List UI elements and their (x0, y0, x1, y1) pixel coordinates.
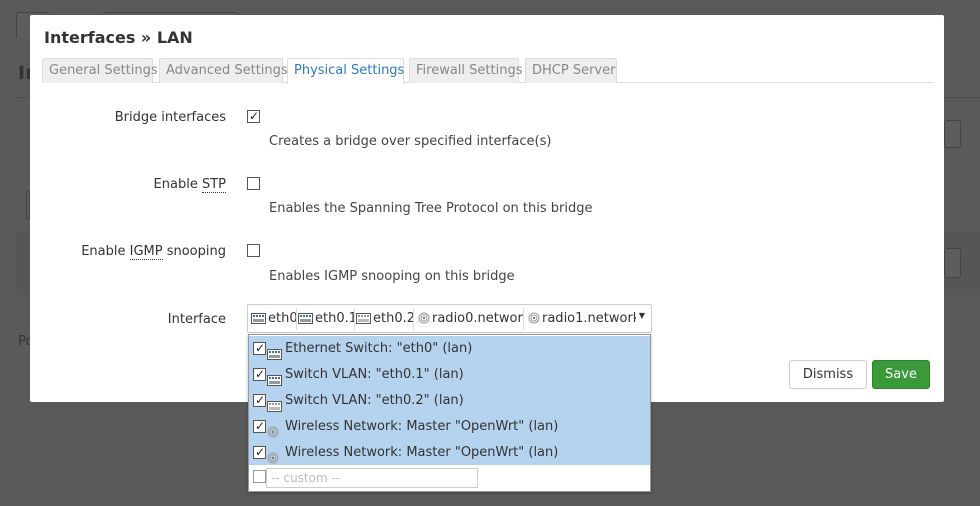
option-label: Wireless Network: Master "OpenWrt" (lan) (285, 419, 559, 434)
modal-title: Interfaces » LAN (44, 28, 193, 47)
custom-option-checkbox[interactable] (253, 470, 266, 483)
interface-multiselect[interactable]: eth0 eth0.1 eth0.2 radio0.network radio1… (247, 304, 652, 333)
checkmark-icon: ✓ (255, 419, 266, 433)
bridge-interfaces-help: Creates a bridge over specified interfac… (269, 134, 552, 149)
enable-stp-checkbox[interactable] (247, 177, 260, 190)
dismiss-button[interactable]: Dismiss (789, 360, 867, 389)
interface-option[interactable]: ✓ Switch VLAN: "eth0.2" (lan) (249, 388, 650, 414)
tab-dhcp-server[interactable]: DHCP Server (525, 58, 617, 83)
checkmark-icon: ✓ (255, 341, 266, 355)
custom-interface-input[interactable] (266, 468, 478, 488)
enable-stp-help: Enables the Spanning Tree Protocol on th… (269, 201, 593, 216)
checkmark-icon: ✓ (255, 445, 266, 459)
option-checkbox[interactable]: ✓ (253, 445, 266, 459)
tab-general-settings[interactable]: General Settings (42, 58, 158, 83)
bridge-interfaces-label: Bridge interfaces (114, 110, 226, 125)
option-checkbox[interactable]: ✓ (253, 367, 266, 381)
option-checkbox[interactable]: ✓ (253, 419, 266, 433)
enable-igmp-label-suffix: snooping (162, 244, 226, 259)
interface-dropdown-list: ✓ Ethernet Switch: "eth0" (lan) ✓ Switch… (248, 334, 651, 492)
interface-chip-label: radio0.network (432, 311, 524, 326)
custom-interface-row (249, 465, 650, 491)
interface-option[interactable]: ✓ Ethernet Switch: "eth0" (lan) (249, 336, 650, 362)
enable-igmp-checkbox[interactable] (247, 244, 260, 257)
tab-advanced-settings[interactable]: Advanced Settings (159, 58, 288, 83)
option-label: Ethernet Switch: "eth0" (lan) (285, 341, 473, 356)
option-checkbox[interactable]: ✓ (253, 393, 266, 407)
enable-igmp-help: Enables IGMP snooping on this bridge (269, 269, 515, 284)
ethernet-switch-icon (356, 310, 371, 330)
checkmark-icon: ✓ (249, 109, 260, 123)
checkmark-icon: ✓ (255, 393, 266, 407)
tab-firewall-settings[interactable]: Firewall Settings (409, 58, 522, 83)
igmp-abbreviation: IGMP (129, 244, 163, 260)
tab-physical-settings[interactable]: Physical Settings (287, 58, 404, 84)
enable-igmp-label-prefix: Enable (81, 244, 130, 259)
wifi-icon (528, 310, 540, 330)
interface-chip[interactable]: eth0 (251, 308, 297, 330)
dropdown-caret-icon[interactable]: ▼ (639, 311, 645, 320)
interface-chip[interactable]: eth0.1 (298, 308, 355, 330)
option-checkbox[interactable]: ✓ (253, 341, 266, 355)
ethernet-switch-icon (251, 310, 266, 330)
interface-option[interactable]: ✓ Switch VLAN: "eth0.1" (lan) (249, 362, 650, 388)
enable-stp-label: Enable STP (153, 177, 226, 193)
interface-label: Interface (167, 312, 226, 327)
stp-abbreviation: STP (201, 177, 226, 193)
background-button (944, 248, 961, 278)
checkmark-icon: ✓ (255, 367, 266, 381)
interface-chip[interactable]: radio0.network (418, 308, 524, 330)
option-label: Switch VLAN: "eth0.2" (lan) (285, 393, 464, 408)
interface-chip[interactable]: eth0.2 (356, 308, 414, 330)
wifi-icon (418, 310, 430, 330)
ethernet-switch-icon (298, 310, 313, 330)
interface-option[interactable]: ✓ Wireless Network: Master "OpenWrt" (la… (249, 414, 650, 440)
interface-chip-label: eth0.1 (315, 311, 355, 326)
bridge-interfaces-checkbox[interactable]: ✓ (247, 109, 260, 123)
interface-option[interactable]: ✓ Wireless Network: Master "OpenWrt" (la… (249, 440, 650, 466)
interface-chip-label: radio1.network (542, 311, 636, 326)
background-button (944, 120, 961, 148)
interface-chip-label: eth0 (268, 311, 297, 326)
interface-chip[interactable]: radio1.network (528, 308, 636, 330)
interface-chip-label: eth0.2 (373, 311, 414, 326)
enable-igmp-label: Enable IGMP snooping (81, 244, 226, 260)
tab-bar: General Settings Advanced Settings Physi… (42, 58, 934, 84)
option-label: Switch VLAN: "eth0.1" (lan) (285, 367, 464, 382)
save-button[interactable]: Save (872, 360, 930, 389)
option-label: Wireless Network: Master "OpenWrt" (lan) (285, 445, 559, 460)
enable-stp-label-prefix: Enable (153, 177, 202, 192)
